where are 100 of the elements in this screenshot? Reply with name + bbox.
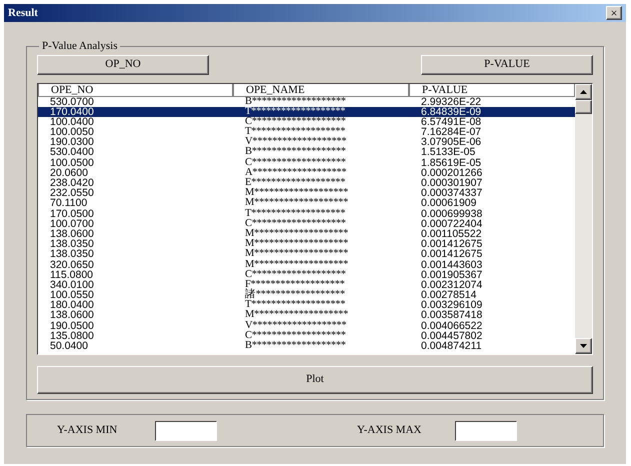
table-cell-text: 1.85619E-05 bbox=[420, 158, 482, 168]
table-row[interactable]: 135.0800 C******************* 0.004457802 bbox=[38, 330, 575, 341]
axis-input[interactable] bbox=[455, 420, 517, 440]
table-cell-text: 0.001105522 bbox=[420, 228, 483, 240]
table-cell-text: C******************* bbox=[244, 116, 347, 127]
table-cell-text: 238.0420 bbox=[49, 178, 95, 188]
table-cell-text: T******************* bbox=[244, 208, 346, 219]
table-row[interactable]: 70.1100 M******************* 0.00061909 bbox=[38, 198, 575, 209]
table-cell-text: T******************* bbox=[244, 127, 346, 138]
table-cell-text: T******************* bbox=[244, 300, 346, 310]
table-cell-text: 1.5133E-05 bbox=[420, 147, 476, 158]
table-cell-text: 115.0800 bbox=[49, 270, 94, 280]
table-row[interactable]: 138.0350 M******************* 0.001412675 bbox=[38, 239, 575, 250]
table-cell-text: M******************* bbox=[244, 198, 350, 209]
table-cell-text: 6.84839E-09 bbox=[420, 106, 482, 117]
table-row[interactable]: 530.0400 B******************* 1.5133E-05 bbox=[38, 147, 575, 158]
table-row[interactable]: 100.0400 C******************* 6.57491E-08 bbox=[38, 116, 575, 128]
table-cell-text: 0.004874211 bbox=[420, 341, 483, 352]
table-row[interactable]: 138.0600 M******************* 0.003587418 bbox=[38, 310, 575, 321]
table-row[interactable]: 138.0350 M******************* 0.001412675 bbox=[38, 249, 575, 260]
table-cell-text: 2.99326E-22 bbox=[420, 96, 482, 107]
table-row[interactable]: 170.0400 T******************* 6.84839E-09 bbox=[38, 106, 575, 117]
table-row[interactable]: 100.0500 C******************* 1.85619E-05 bbox=[38, 158, 575, 168]
table-cell-text: 170.0400 bbox=[49, 106, 95, 117]
table-cell-text: 138.0600 bbox=[49, 310, 95, 321]
table-row[interactable]: 20.0600 A******************* 0.000201266 bbox=[38, 168, 575, 178]
table-cell-text: 0.00061909 bbox=[420, 198, 478, 209]
table-cell-text: 530.0400 bbox=[49, 147, 95, 158]
column-header[interactable]: P-VALUE bbox=[409, 84, 575, 96]
table-cell-text: B******************* bbox=[244, 147, 347, 158]
table-cell-text: C******************* bbox=[244, 158, 347, 168]
table-cell-text: 0.001412675 bbox=[420, 249, 484, 260]
table-row[interactable]: 238.0420 E******************* 0.000301907 bbox=[38, 178, 575, 188]
table-cell-text: A******************* bbox=[244, 168, 348, 178]
table-row[interactable]: 190.0300 V******************* 3.07905E-06 bbox=[38, 137, 575, 148]
table-cell-text: C******************* bbox=[244, 218, 347, 229]
table-cell-text: 138.0600 bbox=[49, 228, 95, 240]
table-cell-text: E******************* bbox=[244, 178, 346, 188]
table-cell-text: 138.0350 bbox=[49, 239, 95, 250]
table-cell-text: 0.00278514 bbox=[420, 290, 476, 300]
table-cell-text: 170.0500 bbox=[49, 208, 95, 219]
table-cell-text: 190.0300 bbox=[49, 137, 95, 148]
table-cell-text: 190.0500 bbox=[49, 320, 95, 331]
scrollbar[interactable] bbox=[575, 84, 592, 354]
column-header[interactable]: OPE_NAME bbox=[233, 84, 409, 96]
up-arrow-icon bbox=[580, 90, 587, 94]
table-cell-text: 0.000722404 bbox=[420, 218, 484, 229]
table-cell-text: 20.0600 bbox=[49, 168, 88, 178]
plot-button[interactable]: Plot bbox=[37, 366, 593, 394]
table-cell-text: B******************* bbox=[244, 96, 347, 107]
table-cell-text: M******************* bbox=[244, 249, 350, 260]
table-cell-text: 0.000201266 bbox=[420, 168, 484, 178]
table-cell-text: 138.0350 bbox=[49, 249, 95, 260]
table-cell-text: 100.0550 bbox=[49, 290, 95, 300]
table-row[interactable]: 232.0550 M******************* 0.000374337 bbox=[38, 188, 575, 198]
table-row[interactable]: 530.0700 B******************* 2.99326E-22 bbox=[38, 96, 575, 107]
table-cell-text: 100.0700 bbox=[49, 218, 95, 229]
table-cell-text: M******************* bbox=[244, 239, 350, 250]
table-cell-text: 50.0400 bbox=[49, 341, 89, 352]
down-arrow-icon bbox=[580, 344, 587, 348]
table-cell-text: 232.0550 bbox=[49, 188, 95, 198]
table-cell-text: 100.0050 bbox=[49, 127, 95, 138]
table-row[interactable]: 138.0600 M******************* 0.001105522 bbox=[38, 228, 575, 240]
table-cell-text: M******************* bbox=[244, 260, 350, 270]
sort-button[interactable]: OP_NO bbox=[37, 54, 209, 74]
axis-input[interactable] bbox=[155, 420, 217, 440]
table-cell-text: 0.004457802 bbox=[420, 330, 484, 341]
table-cell-text: M******************* bbox=[244, 228, 350, 239]
table-cell-text: 7.16284E-07 bbox=[420, 127, 482, 138]
table-row[interactable]: 100.0050 T******************* 7.16284E-07 bbox=[38, 127, 575, 138]
close-button[interactable]: × bbox=[606, 6, 622, 20]
table-cell-text: 0.000699938 bbox=[420, 208, 484, 219]
table-row[interactable]: 170.0500 T******************* 0.000699938 bbox=[38, 208, 575, 219]
table-cell-text: C******************* bbox=[244, 270, 347, 280]
table-row[interactable]: 180.0400 T******************* 0.003296109 bbox=[38, 300, 575, 310]
column-header[interactable]: OPE_NO bbox=[38, 84, 233, 96]
table-cell-text: 6.57491E-08 bbox=[420, 116, 482, 128]
scroll-thumb[interactable] bbox=[575, 100, 592, 114]
axis-label: Y-AXIS MAX bbox=[357, 423, 422, 438]
table-cell-text: 0.001905367 bbox=[420, 270, 484, 280]
table-cell-text: 3.07905E-06 bbox=[420, 137, 482, 148]
table-row[interactable]: 115.0800 C******************* 0.001905367 bbox=[38, 270, 575, 280]
table-cell-text: 0.001443603 bbox=[420, 260, 484, 270]
table-row[interactable]: 50.0400 B******************* 0.004874211 bbox=[38, 341, 575, 352]
table-cell-text: 340.0100 bbox=[49, 280, 95, 290]
table-cell-text: 0.000301907 bbox=[420, 178, 484, 188]
table-row[interactable]: 320.0650 M******************* 0.001443603 bbox=[38, 260, 575, 270]
table-cell-text: C******************* bbox=[244, 330, 347, 341]
window-title: Result bbox=[8, 6, 38, 21]
table-cell-text: V******************* bbox=[244, 320, 348, 331]
table-cell-text: 320.0650 bbox=[49, 260, 95, 270]
table-cell-text: 100.0500 bbox=[49, 158, 95, 168]
table-row[interactable]: 100.0550 諸****************** 0.00278514 bbox=[38, 290, 575, 300]
table-cell-text: M******************* bbox=[244, 188, 350, 198]
table-cell-text: 0.000374337 bbox=[420, 188, 484, 198]
table-cell-text: 100.0400 bbox=[49, 116, 95, 128]
table-row[interactable]: 100.0700 C******************* 0.000722404 bbox=[38, 218, 575, 229]
table-row[interactable]: 190.0500 V******************* 0.004066522 bbox=[38, 320, 575, 331]
sort-button[interactable]: P-VALUE bbox=[421, 54, 593, 74]
table-cell-text: 530.0700 bbox=[49, 96, 95, 107]
